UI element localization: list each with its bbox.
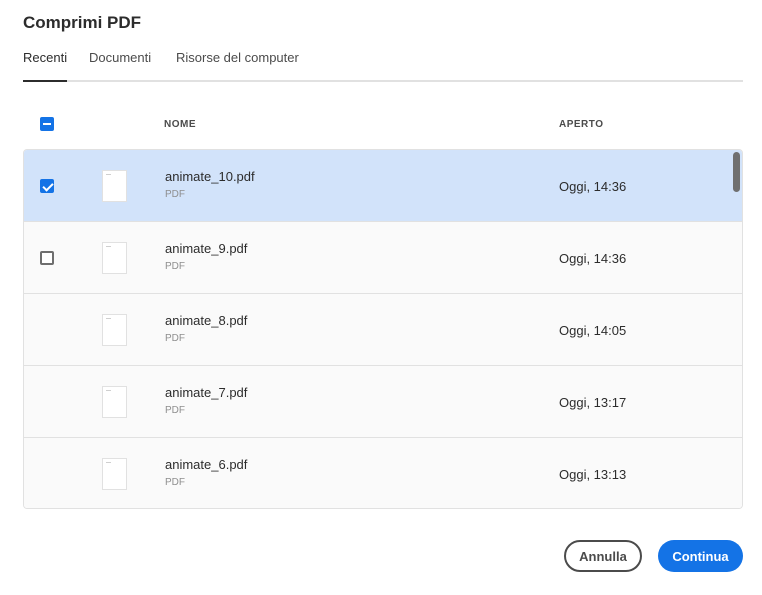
tab-computer-resources[interactable]: Risorse del computer <box>176 50 299 82</box>
row-checkbox[interactable] <box>40 251 54 265</box>
pdf-thumbnail-icon <box>102 242 127 274</box>
table-header: NOME APERTO <box>23 108 743 142</box>
file-name: animate_6.pdf <box>165 457 248 472</box>
file-type: PDF <box>165 261 185 272</box>
continue-button[interactable]: Continua <box>658 540 743 572</box>
opened-time: Oggi, 14:36 <box>559 179 627 194</box>
table-row[interactable]: animate_10.pdf PDF Oggi, 14:36 <box>24 150 742 222</box>
column-header-name[interactable]: NOME <box>164 119 196 130</box>
table-row[interactable]: animate_6.pdf PDF Oggi, 13:13 <box>24 438 742 508</box>
table-row[interactable]: animate_7.pdf PDF Oggi, 13:17 <box>24 366 742 438</box>
pdf-thumbnail-icon <box>102 458 127 490</box>
opened-time: Oggi, 13:13 <box>559 467 627 482</box>
tab-bar: Recenti Documenti Risorse del computer <box>23 48 743 82</box>
row-checkbox[interactable] <box>40 179 54 193</box>
column-header-opened[interactable]: APERTO <box>559 119 604 130</box>
file-name: animate_10.pdf <box>165 169 255 184</box>
table-row[interactable]: animate_9.pdf PDF Oggi, 14:36 <box>24 222 742 294</box>
table-row[interactable]: animate_8.pdf PDF Oggi, 14:05 <box>24 294 742 366</box>
file-type: PDF <box>165 189 185 200</box>
scrollbar-thumb[interactable] <box>733 152 740 192</box>
pdf-thumbnail-icon <box>102 386 127 418</box>
file-name: animate_7.pdf <box>165 385 248 400</box>
file-list: animate_10.pdf PDF Oggi, 14:36 animate_9… <box>23 149 743 509</box>
file-name: animate_8.pdf <box>165 313 248 328</box>
opened-time: Oggi, 14:05 <box>559 323 627 338</box>
cancel-button[interactable]: Annulla <box>564 540 642 572</box>
compress-pdf-dialog: Comprimi PDF Recenti Documenti Risorse d… <box>0 0 762 595</box>
pdf-thumbnail-icon <box>102 314 127 346</box>
file-type: PDF <box>165 333 185 344</box>
opened-time: Oggi, 13:17 <box>559 395 627 410</box>
file-type: PDF <box>165 477 185 488</box>
opened-time: Oggi, 14:36 <box>559 251 627 266</box>
tab-recent[interactable]: Recenti <box>23 50 68 82</box>
pdf-thumbnail-icon <box>102 170 127 202</box>
file-name: animate_9.pdf <box>165 241 248 256</box>
tab-documents[interactable]: Documenti <box>89 50 151 82</box>
select-all-checkbox[interactable] <box>40 117 54 131</box>
dialog-title: Comprimi PDF <box>23 13 142 32</box>
file-type: PDF <box>165 405 185 416</box>
